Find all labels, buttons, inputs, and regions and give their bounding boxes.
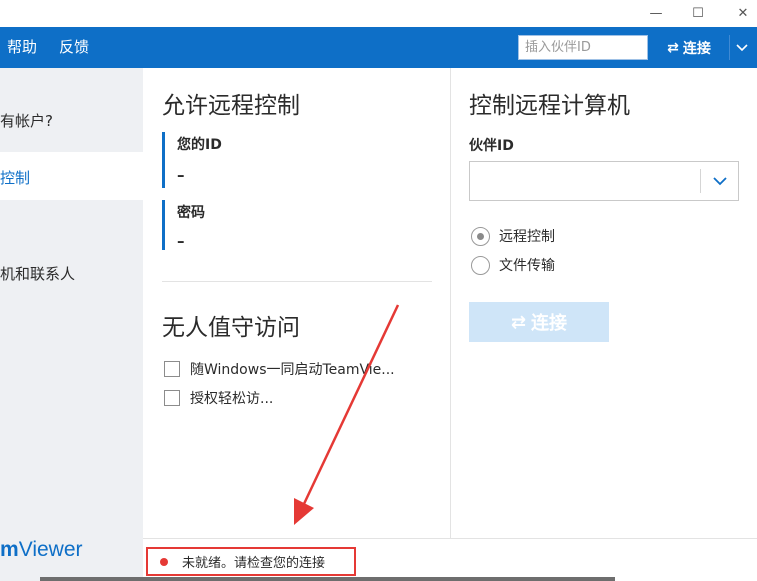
- sidebar-item-label: 控制: [0, 169, 31, 187]
- section-divider: [162, 281, 432, 282]
- quick-connect-button[interactable]: ⇄ 连接: [650, 35, 728, 60]
- connect-arrows-icon: ⇄: [667, 39, 679, 56]
- remote-control-label: 远程控制: [499, 229, 555, 245]
- maximize-icon: ☐: [692, 6, 704, 21]
- easy-access-option[interactable]: 授权轻松访...: [164, 388, 273, 408]
- id-accent-bar: [162, 132, 165, 188]
- connect-options-dropdown[interactable]: [729, 35, 753, 60]
- control-remote-title: 控制远程计算机: [469, 93, 630, 119]
- chevron-down-icon: [735, 43, 748, 51]
- control-remote-panel: 控制远程计算机 伙伴ID 远程控制 文件传输 ⇄ 连接: [451, 68, 757, 538]
- maximize-button[interactable]: ☐: [675, 0, 721, 27]
- start-with-windows-option[interactable]: 随Windows一同启动TeamVie...: [164, 359, 395, 379]
- status-text: 未就绪。请检查您的连接: [182, 556, 326, 571]
- chevron-down-icon: [712, 176, 727, 185]
- mode-remote-control[interactable]: 远程控制: [471, 226, 555, 246]
- password-value: –: [177, 232, 185, 250]
- minimize-icon: —: [649, 6, 663, 21]
- status-bar: 未就绪。请检查您的连接: [143, 538, 757, 581]
- partner-id-dropdown[interactable]: [700, 169, 738, 193]
- menu-help[interactable]: 帮助: [7, 39, 37, 56]
- sidebar-item-computers-contacts[interactable]: 机和联系人: [0, 263, 75, 284]
- password-label: 密码: [177, 205, 205, 221]
- quick-connect-label: 连接: [682, 40, 711, 57]
- your-id-value: –: [177, 166, 185, 184]
- minimize-button[interactable]: —: [633, 0, 679, 27]
- sidebar-account-link[interactable]: 有帐户?: [0, 110, 53, 131]
- easy-access-label: 授权轻松访...: [190, 391, 274, 407]
- partner-id-combobox[interactable]: [469, 161, 739, 201]
- sidebar-item-remote-control[interactable]: 控制: [0, 152, 143, 200]
- file-transfer-radio[interactable]: [471, 255, 490, 275]
- window-bottom-edge: [40, 577, 615, 581]
- menu-bar: 帮助 反馈 ⇄ 连接: [0, 27, 757, 68]
- mode-file-transfer[interactable]: 文件传输: [471, 255, 555, 275]
- partner-id-label: 伙伴ID: [469, 138, 514, 154]
- start-with-windows-label: 随Windows一同启动TeamVie...: [190, 362, 395, 378]
- logo-bold-part: m: [0, 538, 19, 561]
- remote-control-radio[interactable]: [471, 226, 490, 246]
- connect-button-label: 连接: [531, 313, 568, 334]
- your-id-label: 您的ID: [177, 137, 222, 153]
- title-bar: — ☐ ✕: [0, 0, 757, 27]
- teamviewer-logo: mViewer: [0, 538, 83, 562]
- sidebar: 有帐户? 控制 机和联系人 mViewer: [0, 68, 143, 581]
- password-accent-bar: [162, 200, 165, 250]
- easy-access-checkbox[interactable]: [164, 390, 180, 406]
- close-button[interactable]: ✕: [720, 0, 757, 27]
- connect-button[interactable]: ⇄ 连接: [469, 302, 609, 342]
- file-transfer-label: 文件传输: [499, 258, 555, 274]
- allow-remote-panel: 允许远程控制 您的ID – 密码 – 无人值守访问 随Windows一同启动Te…: [143, 68, 450, 538]
- status-highlight-box: 未就绪。请检查您的连接: [146, 547, 356, 576]
- allow-remote-title: 允许远程控制: [162, 93, 300, 119]
- unattended-access-title: 无人值守访问: [162, 315, 300, 341]
- close-icon: ✕: [737, 6, 749, 21]
- quick-partner-id-input[interactable]: [518, 35, 648, 60]
- connect-arrows-icon: ⇄: [510, 311, 527, 333]
- logo-text-part: Viewer: [18, 538, 83, 561]
- menu-feedback[interactable]: 反馈: [59, 39, 89, 56]
- start-with-windows-checkbox[interactable]: [164, 361, 180, 377]
- status-dot-icon: [160, 557, 168, 566]
